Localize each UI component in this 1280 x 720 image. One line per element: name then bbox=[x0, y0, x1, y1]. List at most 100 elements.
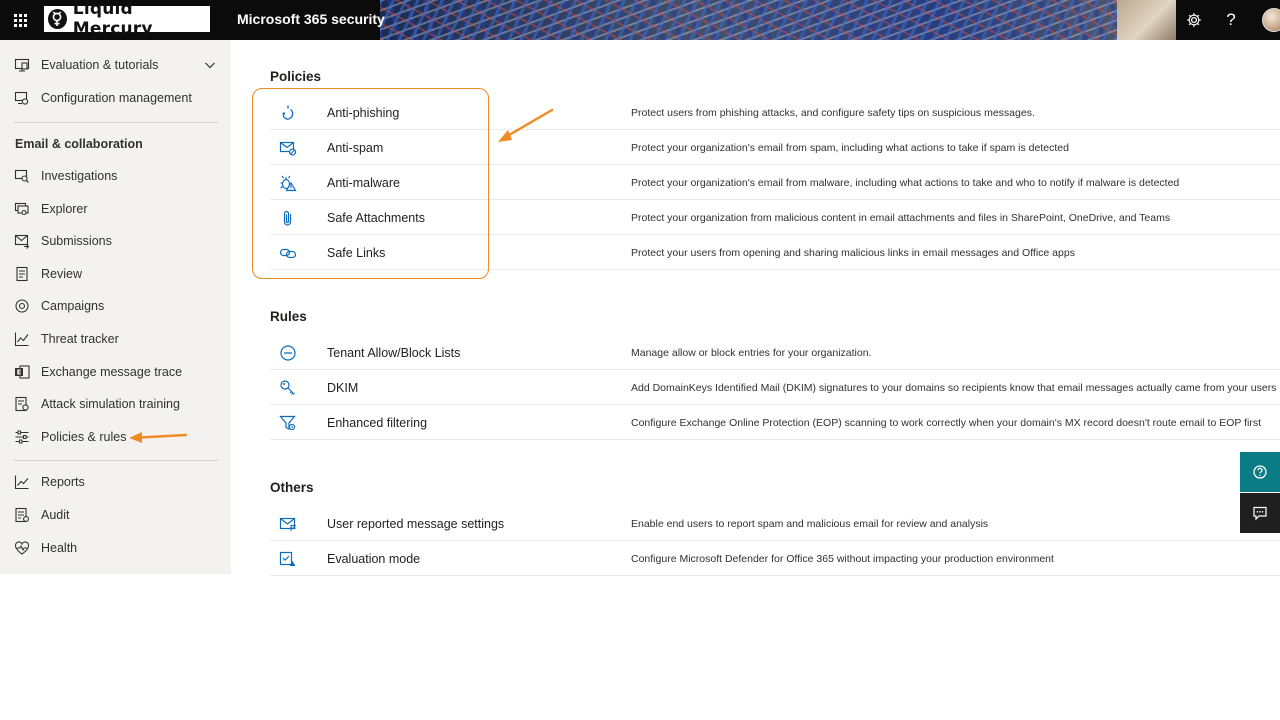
question-mark-icon: ? bbox=[1226, 10, 1236, 29]
nav-item-investigations[interactable]: Investigations bbox=[0, 161, 231, 191]
policy-description: Protect users from phishing attacks, and… bbox=[631, 107, 1035, 119]
nav-divider bbox=[14, 460, 218, 461]
nav-item-label: Explorer bbox=[41, 202, 88, 216]
app-title: Microsoft 365 security bbox=[237, 11, 385, 27]
header-banner-photo bbox=[1117, 0, 1177, 40]
policy-name[interactable]: Safe Attachments bbox=[327, 211, 425, 225]
other-name[interactable]: User reported message settings bbox=[327, 517, 504, 531]
settings-button[interactable] bbox=[1176, 0, 1212, 40]
reported-mail-icon bbox=[279, 517, 297, 531]
reports-icon bbox=[14, 475, 29, 490]
nav-item-evaluation-tutorials[interactable]: Evaluation & tutorials bbox=[0, 50, 231, 80]
feedback-button[interactable] bbox=[1240, 493, 1280, 533]
rule-name[interactable]: Enhanced filtering bbox=[327, 416, 427, 430]
help-button[interactable]: ? bbox=[1213, 0, 1249, 40]
policy-row-anti-spam[interactable]: Anti-spam Protect your organization's em… bbox=[270, 130, 1280, 165]
nav-item-policies-rules[interactable]: Policies & rules bbox=[0, 422, 231, 452]
policy-row-safe-links[interactable]: Safe Links Protect your users from openi… bbox=[270, 235, 1280, 270]
nav-item-reports[interactable]: Reports bbox=[0, 467, 231, 497]
nav-item-configuration-management[interactable]: Configuration management bbox=[0, 83, 231, 113]
review-icon bbox=[16, 266, 28, 282]
campaigns-icon bbox=[15, 299, 29, 313]
chevron-down-icon[interactable] bbox=[204, 59, 216, 71]
policy-row-safe-attachments[interactable]: Safe Attachments Protect your organizati… bbox=[270, 200, 1280, 235]
threat-tracker-icon bbox=[14, 332, 29, 347]
brand-logo[interactable]: Liquid Mercury bbox=[44, 0, 210, 39]
rule-name[interactable]: Tenant Allow/Block Lists bbox=[327, 346, 460, 360]
explorer-icon bbox=[14, 202, 29, 216]
header-banner-image bbox=[380, 0, 1176, 40]
nav-item-label: Policies & rules bbox=[41, 430, 127, 444]
policy-description: Protect your organization from malicious… bbox=[631, 212, 1171, 224]
help-chat-button[interactable] bbox=[1240, 452, 1280, 492]
policy-name[interactable]: Anti-malware bbox=[327, 176, 400, 190]
other-row-user-reported-message-settings[interactable]: User reported message settings Enable en… bbox=[270, 506, 1280, 541]
investigations-icon bbox=[14, 169, 29, 183]
policy-name[interactable]: Anti-spam bbox=[327, 141, 383, 155]
anti-phishing-icon bbox=[282, 105, 294, 120]
anti-malware-icon bbox=[280, 175, 297, 192]
policy-row-anti-phishing[interactable]: Anti-phishing Protect users from phishin… bbox=[270, 95, 1280, 130]
other-description: Configure Microsoft Defender for Office … bbox=[631, 553, 1054, 565]
nav-item-audit[interactable]: Audit bbox=[0, 500, 231, 530]
nav-item-label: Configuration management bbox=[41, 91, 192, 105]
nav-item-submissions[interactable]: Submissions bbox=[0, 226, 231, 256]
app-launcher-button[interactable] bbox=[0, 0, 40, 40]
waffle-icon bbox=[13, 13, 27, 27]
nav-item-label: Review bbox=[41, 267, 82, 281]
block-circle-icon bbox=[280, 345, 296, 361]
submissions-icon bbox=[14, 234, 30, 249]
attack-simulation-icon bbox=[15, 396, 29, 412]
svg-text:E: E bbox=[17, 369, 22, 377]
nav-item-label: Investigations bbox=[41, 169, 118, 183]
health-icon bbox=[14, 541, 30, 555]
nav-item-label: Reports bbox=[41, 475, 85, 489]
top-bar: Liquid Mercury Microsoft 365 security ? bbox=[0, 0, 1280, 40]
rule-row-dkim[interactable]: DKIM Add DomainKeys Identified Mail (DKI… bbox=[270, 370, 1280, 405]
mercury-symbol-icon bbox=[48, 9, 67, 29]
left-navigation: Evaluation & tutorials Configuration man… bbox=[0, 40, 231, 574]
paperclip-icon bbox=[283, 210, 292, 226]
rule-description: Manage allow or block entries for your o… bbox=[631, 347, 872, 359]
policy-description: Protect your users from opening and shar… bbox=[631, 247, 1075, 259]
nav-item-review[interactable]: Review bbox=[0, 259, 231, 289]
policy-name[interactable]: Anti-phishing bbox=[327, 106, 399, 120]
evaluation-mode-icon bbox=[279, 551, 296, 566]
audit-icon bbox=[15, 507, 29, 523]
question-bubble-icon bbox=[1253, 465, 1267, 479]
configuration-icon bbox=[14, 91, 29, 105]
nav-item-label: Evaluation & tutorials bbox=[41, 58, 159, 72]
nav-item-campaigns[interactable]: Campaigns bbox=[0, 291, 231, 321]
brand-name: Liquid Mercury bbox=[72, 0, 153, 39]
nav-item-label: Exchange message trace bbox=[41, 365, 183, 379]
nav-item-label: Threat tracker bbox=[41, 332, 119, 346]
gear-icon bbox=[1187, 13, 1201, 27]
rule-row-tenant-allow-block[interactable]: Tenant Allow/Block Lists Manage allow or… bbox=[270, 335, 1280, 370]
other-row-evaluation-mode[interactable]: Evaluation mode Configure Microsoft Defe… bbox=[270, 541, 1280, 576]
nav-item-label: Health bbox=[41, 541, 78, 555]
nav-item-attack-simulation-training[interactable]: Attack simulation training bbox=[0, 389, 231, 419]
policies-icon bbox=[15, 430, 29, 444]
key-icon bbox=[280, 380, 295, 395]
policy-row-anti-malware[interactable]: Anti-malware Protect your organization's… bbox=[270, 165, 1280, 200]
rules-heading: Rules bbox=[270, 309, 307, 324]
nav-item-threat-tracker[interactable]: Threat tracker bbox=[0, 324, 231, 354]
anti-spam-icon bbox=[279, 141, 297, 156]
header-actions: ? bbox=[1176, 0, 1280, 40]
chat-bubble-icon bbox=[1253, 506, 1267, 521]
nav-section-heading: Email & collaboration bbox=[15, 137, 143, 151]
nav-item-health[interactable]: Health bbox=[0, 533, 231, 563]
policy-description: Protect your organization's email from s… bbox=[631, 142, 1069, 154]
filter-icon bbox=[279, 415, 296, 431]
policy-name[interactable]: Safe Links bbox=[327, 246, 385, 260]
others-heading: Others bbox=[270, 480, 314, 495]
nav-item-exchange-message-trace[interactable]: E Exchange message trace bbox=[0, 357, 231, 387]
evaluation-icon bbox=[14, 58, 30, 72]
nav-item-explorer[interactable]: Explorer bbox=[0, 194, 231, 224]
link-icon bbox=[279, 248, 297, 259]
other-name[interactable]: Evaluation mode bbox=[327, 552, 420, 566]
rule-row-enhanced-filtering[interactable]: Enhanced filtering Configure Exchange On… bbox=[270, 405, 1280, 440]
rule-description: Configure Exchange Online Protection (EO… bbox=[631, 417, 1262, 429]
rule-name[interactable]: DKIM bbox=[327, 381, 358, 395]
user-avatar[interactable] bbox=[1262, 8, 1280, 32]
